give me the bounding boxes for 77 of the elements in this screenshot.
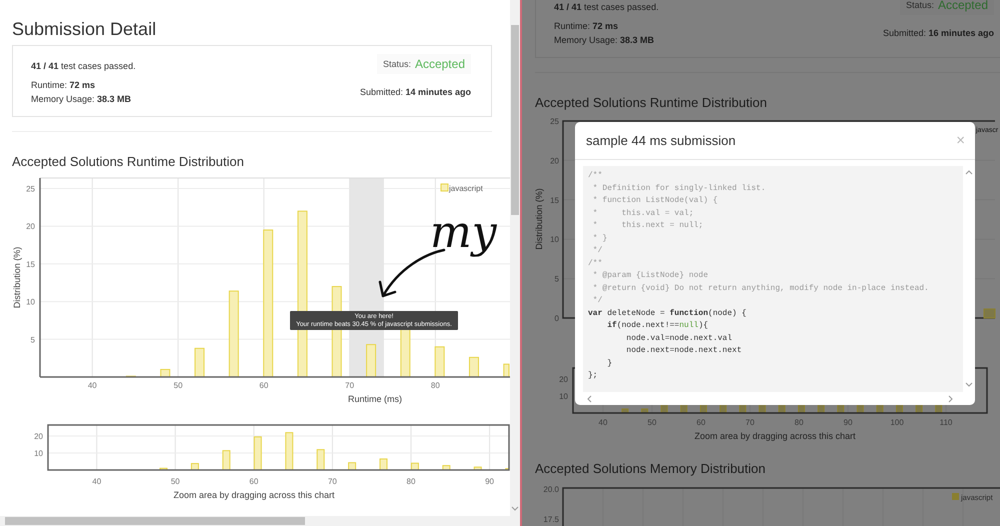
code-line: var deleteNode = function(node) {	[588, 308, 748, 320]
code-line: }	[606, 358, 614, 370]
test-cases-text: 41 / 41 test cases passed.	[554, 1, 659, 13]
code-line: * function ListNode(val) {	[592, 195, 719, 207]
code-line: * Definition for singly-linked list.	[592, 182, 767, 194]
code-line: * }	[592, 232, 608, 244]
axis-title: Runtime (ms)	[348, 394, 402, 404]
runtime-text: Runtime: 72 ms	[31, 79, 96, 91]
axis-tick-label: 70	[345, 381, 354, 390]
axis-tick-label: 60	[696, 418, 706, 427]
code-line: * @param {ListNode} node	[592, 270, 710, 282]
code-line: * this.val = val;	[592, 208, 695, 220]
axis-tick-label: 80	[794, 418, 804, 427]
status-value: Accepted	[414, 57, 465, 71]
submitted-text: Submitted: 16 minutes ago	[882, 27, 994, 39]
axis-tick-label: 25	[26, 184, 35, 194]
axis-tick-label: 90	[485, 477, 494, 486]
code-line: node.next=node.next.next	[625, 345, 743, 357]
memory-text: Memory Usage: 38.3 MB	[31, 93, 132, 105]
memory-text: Memory Usage: 38.3 MB	[554, 34, 656, 46]
axis-tick-label: 5	[554, 274, 559, 284]
modal-title: sample 44 ms submission	[586, 133, 736, 148]
axis-title: Zoom area by dragging across this chart	[694, 431, 856, 441]
section-title: Accepted Solutions Runtime Distribution	[12, 154, 245, 169]
axis-tick-label: 10	[26, 298, 35, 307]
code-line: * @return {void} Do not return anything, modify node in-place instead.	[592, 282, 930, 294]
axis-tick-label: 70	[746, 418, 754, 427]
axis-tick-label: 20.0	[543, 485, 559, 494]
axis-tick-label: 17.5	[543, 515, 559, 524]
submitted-text: Submitted: 14 minutes ago	[360, 86, 471, 98]
axis-tick-label: 80	[406, 477, 416, 486]
axis-title: Distribution (%)	[12, 246, 22, 308]
axis-tick-label: 20	[34, 432, 43, 442]
section-title: Accepted Solutions Memory Distribution	[535, 461, 766, 476]
axis-tick-label: 40	[598, 418, 608, 427]
code-line: * this.next = null;	[592, 220, 704, 232]
axis-tick-label: 60	[249, 477, 258, 486]
test-cases-text: 41 / 41 test cases passed.	[31, 60, 136, 72]
axis-tick-label: 40	[92, 477, 102, 486]
axis-tick-label: 20	[559, 375, 568, 384]
code-line: };	[588, 370, 599, 382]
status-value: Accepted	[938, 0, 988, 12]
axis-tick-label: 25	[550, 117, 559, 126]
code-line: /**	[588, 170, 604, 182]
axis-tick-label: 90	[844, 418, 852, 427]
axis-tick-label: 50	[170, 477, 180, 486]
code-line: node.val=node.next.val	[625, 332, 734, 344]
code-line: */	[592, 245, 604, 257]
runtime-text: Runtime: 72 ms	[554, 20, 620, 32]
axis-tick-label: 40	[88, 381, 97, 390]
axis-tick-label: 70	[328, 477, 337, 486]
axis-tick-label: 5	[30, 335, 35, 344]
axis-tick-label: 10	[559, 392, 568, 401]
code-line: */	[592, 295, 604, 307]
axis-tick-label: 20	[550, 156, 559, 166]
axis-tick-label: 20	[26, 222, 35, 232]
axis-tick-label: 0	[554, 314, 559, 323]
code-line: /**	[588, 258, 604, 270]
section-title: Accepted Solutions Runtime Distribution	[535, 95, 768, 110]
axis-tick-label: 110	[940, 418, 952, 427]
status-label: Status:	[382, 59, 411, 69]
legend-label: javascript	[449, 184, 483, 193]
axis-tick-label: 80	[430, 381, 440, 390]
axis-tick-label: 100	[890, 418, 904, 427]
status-label: Status:	[906, 0, 934, 10]
axis-tick-label: 60	[259, 381, 268, 390]
axis-tick-label: 50	[648, 418, 656, 427]
page-title: Submission Detail	[12, 18, 158, 40]
axis-tick-label: 15	[26, 260, 35, 269]
code-line: if(node.next!==null){	[606, 320, 710, 332]
axis-tick-label: 50	[174, 381, 183, 390]
axis-tick-label: 10	[34, 449, 43, 458]
handwritten-note: my	[430, 208, 497, 258]
axis-title: Distribution (%)	[534, 188, 544, 250]
axis-tick-label: 10	[550, 235, 559, 244]
axis-tick-label: 15	[550, 196, 559, 205]
axis-title: Zoom area by dragging across this chart	[173, 490, 335, 500]
